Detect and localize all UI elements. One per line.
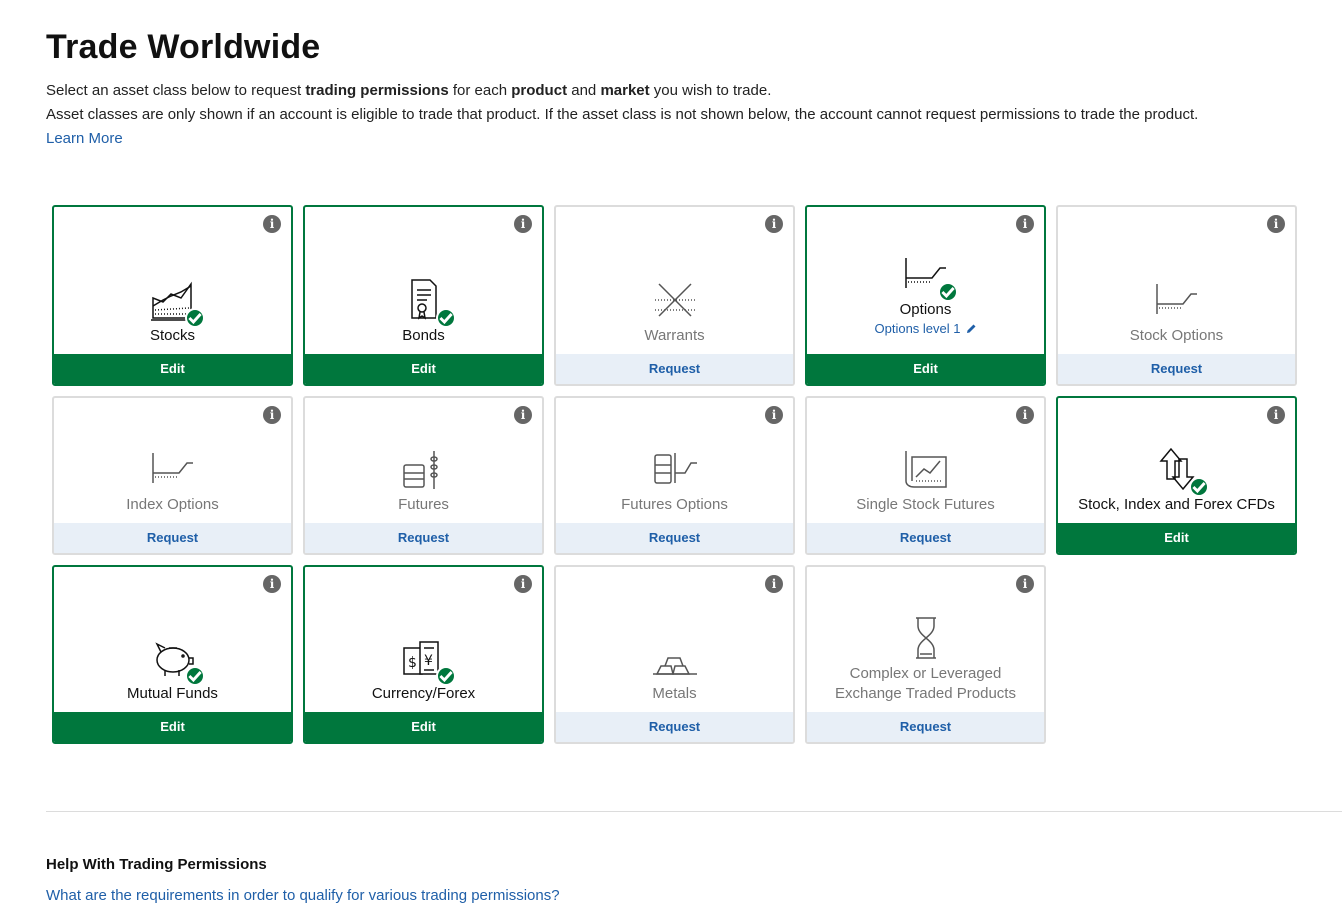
- help-section-title: Help With Trading Permissions: [46, 856, 267, 873]
- asset-card-futures-options: i Futures Options Request: [554, 396, 795, 555]
- asset-name: Currency/Forex: [371, 685, 476, 702]
- asset-name: Stock Options: [1129, 327, 1224, 344]
- intro-line-2: Asset classes are only shown if an accou…: [46, 106, 1199, 123]
- asset-name: Stock, Index and Forex CFDs: [1078, 496, 1275, 513]
- page-title: Trade Worldwide: [46, 28, 321, 66]
- section-divider: [46, 811, 1342, 812]
- asset-card-index-options: i Index Options Request: [52, 396, 293, 555]
- info-icon[interactable]: i: [263, 215, 281, 233]
- check-icon: [435, 666, 456, 686]
- request-button[interactable]: Request: [1058, 354, 1295, 384]
- info-icon[interactable]: i: [1016, 215, 1034, 233]
- trading-permissions-requirements-link[interactable]: What are the requirements in order to qu…: [46, 887, 560, 904]
- asset-card-futures: i Futures Request: [303, 396, 544, 555]
- request-button[interactable]: Request: [556, 712, 793, 742]
- asset-card-stocks: i Stocks Edit: [52, 205, 293, 386]
- asset-name: Futures Options: [621, 496, 728, 513]
- asset-card-options: i Options Options level 1 Edit: [805, 205, 1046, 386]
- svg-text:¥: ¥: [424, 653, 433, 669]
- edit-button[interactable]: Edit: [807, 354, 1044, 384]
- futures-icon: [402, 451, 438, 489]
- check-icon: [184, 308, 205, 328]
- asset-name: Index Options: [126, 496, 219, 513]
- stock-options-icon: [1155, 284, 1197, 314]
- info-icon[interactable]: i: [765, 575, 783, 593]
- info-icon[interactable]: i: [263, 406, 281, 424]
- request-button[interactable]: Request: [807, 712, 1044, 742]
- edit-button[interactable]: Edit: [305, 354, 542, 384]
- single-stock-futures-icon: [904, 451, 947, 488]
- info-icon[interactable]: i: [1267, 215, 1285, 233]
- asset-card-mutual-funds: i Mutual Funds Edit: [52, 565, 293, 744]
- svg-text:$: $: [408, 655, 417, 671]
- asset-name: Mutual Funds: [127, 685, 218, 702]
- edit-button[interactable]: Edit: [54, 354, 291, 384]
- info-icon[interactable]: i: [1016, 575, 1034, 593]
- learn-more-link[interactable]: Learn More: [46, 127, 1198, 151]
- intro-line-1: Select an asset class below to request t…: [46, 82, 772, 99]
- check-icon: [1188, 477, 1209, 497]
- info-icon[interactable]: i: [765, 215, 783, 233]
- asset-card-currency-forex: i $ ¥ Currency/Forex Edit: [303, 565, 544, 744]
- request-button[interactable]: Request: [305, 523, 542, 553]
- info-icon[interactable]: i: [514, 575, 532, 593]
- asset-card-metals: i Metals Request: [554, 565, 795, 744]
- info-icon[interactable]: i: [765, 406, 783, 424]
- metals-icon: [652, 657, 697, 675]
- intro-text: Select an asset class below to request t…: [46, 79, 1198, 151]
- pencil-icon: [966, 324, 975, 333]
- asset-card-single-stock-futures: i Single Stock Futures Request: [805, 396, 1046, 555]
- asset-name: Complex or Leveraged Exchange Traded Pro…: [835, 665, 1016, 702]
- asset-name: Futures: [398, 496, 449, 513]
- warrants-icon: [654, 283, 695, 317]
- edit-button[interactable]: Edit: [54, 712, 291, 742]
- edit-button[interactable]: Edit: [1058, 523, 1295, 553]
- asset-name: Single Stock Futures: [856, 496, 995, 513]
- hourglass-icon: [915, 617, 936, 659]
- options-level-link[interactable]: Options level 1: [875, 321, 977, 336]
- check-icon: [435, 308, 456, 328]
- request-button[interactable]: Request: [556, 523, 793, 553]
- asset-name: Warrants: [644, 327, 705, 344]
- check-icon: [184, 666, 205, 686]
- asset-card-warrants: i Warrants Request: [554, 205, 795, 386]
- info-icon[interactable]: i: [263, 575, 281, 593]
- asset-class-grid: i Stocks Edit i Bonds Edit i Warrants Re…: [52, 205, 1298, 745]
- request-button[interactable]: Request: [54, 523, 291, 553]
- asset-card-bonds: i Bonds Edit: [303, 205, 544, 386]
- edit-button[interactable]: Edit: [305, 712, 542, 742]
- request-button[interactable]: Request: [807, 523, 1044, 553]
- info-icon[interactable]: i: [1016, 406, 1034, 424]
- info-icon[interactable]: i: [514, 215, 532, 233]
- info-icon[interactable]: i: [1267, 406, 1285, 424]
- asset-name: Metals: [652, 685, 697, 702]
- check-icon: [937, 282, 958, 302]
- asset-card-complex-etps: i Complex or Leveraged Exchange Traded P…: [805, 565, 1046, 744]
- info-icon[interactable]: i: [514, 406, 532, 424]
- asset-card-cfds: i Stock, Index and Forex CFDs Edit: [1056, 396, 1297, 555]
- request-button[interactable]: Request: [556, 354, 793, 384]
- index-options-icon: [151, 453, 193, 483]
- futures-options-icon: [653, 453, 697, 484]
- asset-card-stock-options: i Stock Options Request: [1056, 205, 1297, 386]
